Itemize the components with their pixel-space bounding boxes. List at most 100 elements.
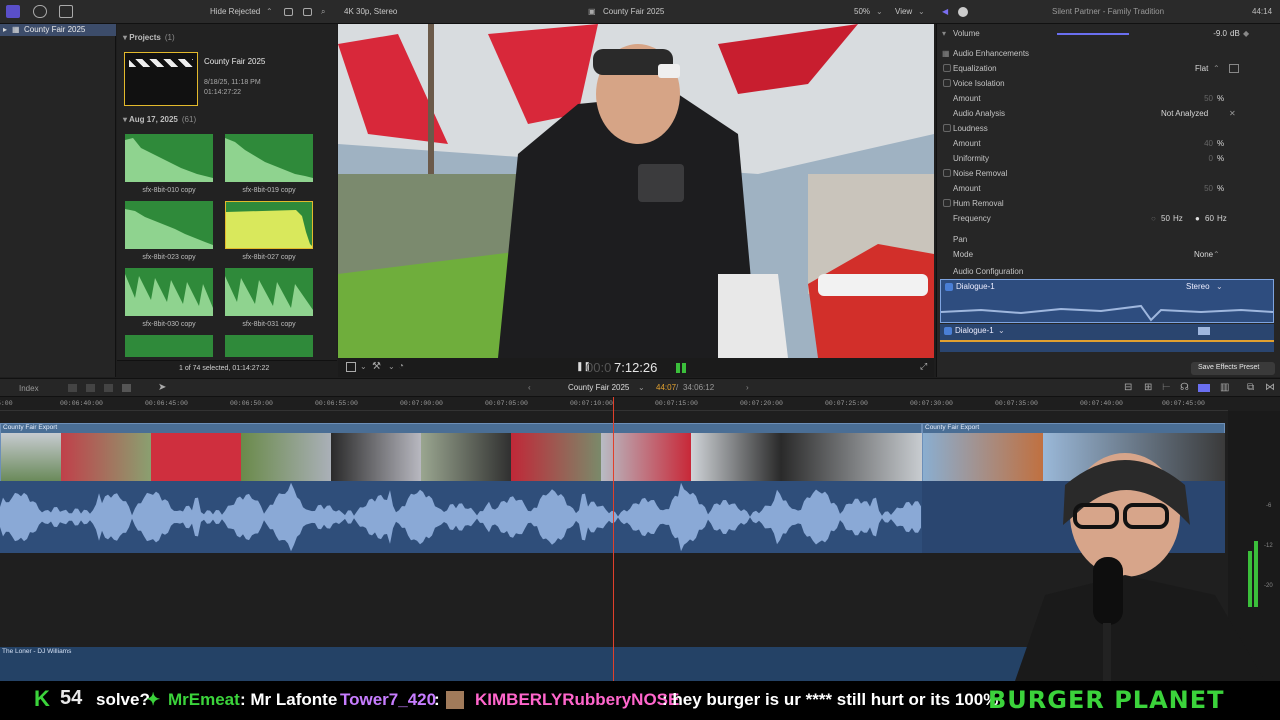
keyframe-icon[interactable]: ◆: [1243, 29, 1249, 38]
list-view-icon[interactable]: [303, 8, 312, 16]
clip-appearance-icon[interactable]: ⊞: [1144, 382, 1152, 393]
headphones-icon[interactable]: ☊: [1180, 382, 1189, 393]
ruler-tick: 00:07:40:00: [1080, 400, 1123, 407]
playhead[interactable]: [613, 397, 614, 681]
audio-clip[interactable]: [0, 481, 922, 553]
clip-thumbnail-selected[interactable]: [225, 201, 313, 249]
transform-icon[interactable]: [346, 362, 356, 372]
audio-inspector-icon[interactable]: ◀: [942, 7, 948, 16]
top-toolbar: Hide Rejected ⌃ ⌕ 4K 30p, Stereo ▣ Count…: [0, 0, 1280, 24]
freq-50[interactable]: 50: [1161, 214, 1170, 223]
browser-status-bar: 1 of 74 selected, 01:14:27:22: [117, 360, 337, 377]
snapping-icon[interactable]: [1198, 384, 1210, 392]
transitions-icon[interactable]: ⧉: [1247, 382, 1254, 393]
search-icon[interactable]: ⌕: [321, 7, 325, 17]
radio-icon[interactable]: ○: [1151, 214, 1156, 223]
forward-icon[interactable]: ›: [746, 383, 749, 392]
eq-graph-icon[interactable]: [1229, 64, 1239, 73]
disclosure-icon[interactable]: ▾: [942, 29, 946, 38]
clip-thumbnail[interactable]: [125, 201, 213, 249]
event-header[interactable]: ▾ Aug 17, 2025 (61): [123, 115, 196, 124]
photos-icon[interactable]: [33, 5, 47, 18]
timeline-ruler[interactable]: 5:00 00:06:40:00 00:06:45:00 00:06:50:00…: [0, 397, 1228, 411]
clip-thumbnail[interactable]: [125, 134, 213, 182]
overwrite-icon[interactable]: [122, 384, 131, 392]
zoom-dropdown[interactable]: 50%: [854, 7, 870, 16]
clip-thumbnail[interactable]: [225, 335, 313, 357]
waveform-icon: [125, 274, 213, 316]
dialogue-checkbox[interactable]: [944, 327, 952, 335]
project-thumbnail[interactable]: [124, 52, 198, 106]
stereo-dropdown[interactable]: Stereo: [1186, 282, 1210, 291]
noise-checkbox[interactable]: [943, 169, 951, 177]
effects-browser-icon[interactable]: ▥: [1220, 382, 1229, 393]
enhance-chevron-icon[interactable]: ⌄: [388, 362, 395, 371]
transform-chevron-icon[interactable]: ⌄: [360, 362, 367, 371]
enhance-icon[interactable]: ⚒: [372, 361, 381, 372]
hum-checkbox[interactable]: [943, 199, 951, 207]
timeline-total: 34:06:12: [683, 383, 715, 392]
radio-selected-icon[interactable]: ●: [1195, 214, 1200, 223]
select-tool-icon[interactable]: ➤: [158, 382, 166, 393]
insert-icon[interactable]: [86, 384, 95, 392]
filmstrip-frame: [241, 433, 331, 481]
projects-header[interactable]: ▾ Projects (1): [123, 33, 175, 42]
ruler-tick: 00:07:25:00: [825, 400, 868, 407]
titles-icon[interactable]: [59, 5, 73, 18]
connect-icon[interactable]: [68, 384, 77, 392]
equalization-label: Equalization: [953, 64, 997, 73]
volume-value[interactable]: -9.0: [1193, 29, 1227, 38]
clip-thumbnail[interactable]: [125, 335, 213, 357]
viewer-timecode[interactable]: 7:12:26: [614, 360, 657, 375]
vi-amount-value[interactable]: 50: [1195, 94, 1213, 103]
project-duration: 01:14:27:22: [204, 89, 241, 96]
clip-thumbnail[interactable]: [225, 134, 313, 182]
save-effects-preset-label: Save Effects Preset: [1198, 364, 1260, 371]
chat-text: solve?: [96, 690, 150, 709]
zoom-out-icon[interactable]: ⊟: [1124, 382, 1132, 393]
clip-thumbnail[interactable]: [225, 268, 313, 316]
noise-amount-value[interactable]: 50: [1195, 184, 1213, 193]
hz-unit: Hz: [1217, 214, 1227, 223]
dropdown-chevron-icon[interactable]: ⌄: [998, 326, 1005, 335]
loud-amount-value[interactable]: 40: [1195, 139, 1213, 148]
clip-label: sfx-8bit-030 copy: [142, 321, 196, 328]
freq-60[interactable]: 60: [1205, 214, 1214, 223]
fullscreen-icon[interactable]: ⤢: [920, 361, 927, 372]
waveform-icon: [125, 138, 213, 182]
library-item[interactable]: ▸ ▦ County Fair 2025: [0, 24, 116, 36]
filter-dropdown[interactable]: Hide Rejected: [210, 7, 260, 16]
equalization-checkbox[interactable]: [943, 64, 951, 72]
music-name: The Loner - DJ Williams: [2, 648, 72, 655]
duration-label: 44:14: [1252, 7, 1273, 16]
loudness-checkbox[interactable]: [943, 124, 951, 132]
hum-label: Hum Removal: [953, 199, 1004, 208]
video-viewer[interactable]: [338, 24, 934, 358]
library-icon[interactable]: [6, 5, 20, 18]
speed-icon[interactable]: ◔: [398, 361, 404, 372]
filmstrip-view-icon[interactable]: [284, 8, 293, 16]
uniformity-value[interactable]: 0: [1195, 154, 1213, 163]
back-icon[interactable]: ‹: [528, 383, 531, 392]
equalization-dropdown[interactable]: Flat: [1195, 64, 1208, 73]
append-icon[interactable]: [104, 384, 113, 392]
info-icon[interactable]: [958, 7, 968, 17]
project-title: County Fair 2025: [603, 7, 665, 16]
noise-row: Noise Removal: [937, 166, 1280, 181]
analyze-icon[interactable]: ✕: [1229, 109, 1236, 118]
view-dropdown[interactable]: View: [895, 7, 912, 16]
dialogue-channel-2[interactable]: Dialogue-1 ⌄: [940, 324, 1274, 352]
dialogue-channel-1[interactable]: Dialogue-1 Stereo ⌄: [940, 279, 1274, 323]
clip-thumbnail[interactable]: [125, 268, 213, 316]
mode-dropdown[interactable]: None: [1194, 250, 1213, 259]
timeline-index-icon[interactable]: ⋈: [1265, 382, 1275, 393]
skimming-icon[interactable]: ⊢: [1162, 382, 1171, 393]
disclosure-icon[interactable]: ▸: [3, 25, 7, 34]
dialogue-checkbox[interactable]: [945, 283, 953, 291]
timeline-project[interactable]: County Fair 2025: [568, 383, 629, 392]
voice-isolation-checkbox[interactable]: [943, 79, 951, 87]
save-effects-preset-button[interactable]: Save Effects Preset: [1191, 362, 1275, 375]
video-clip[interactable]: County Fair Export: [0, 423, 922, 481]
volume-slider-fill[interactable]: [1057, 33, 1129, 35]
index-button[interactable]: Index: [19, 384, 39, 393]
